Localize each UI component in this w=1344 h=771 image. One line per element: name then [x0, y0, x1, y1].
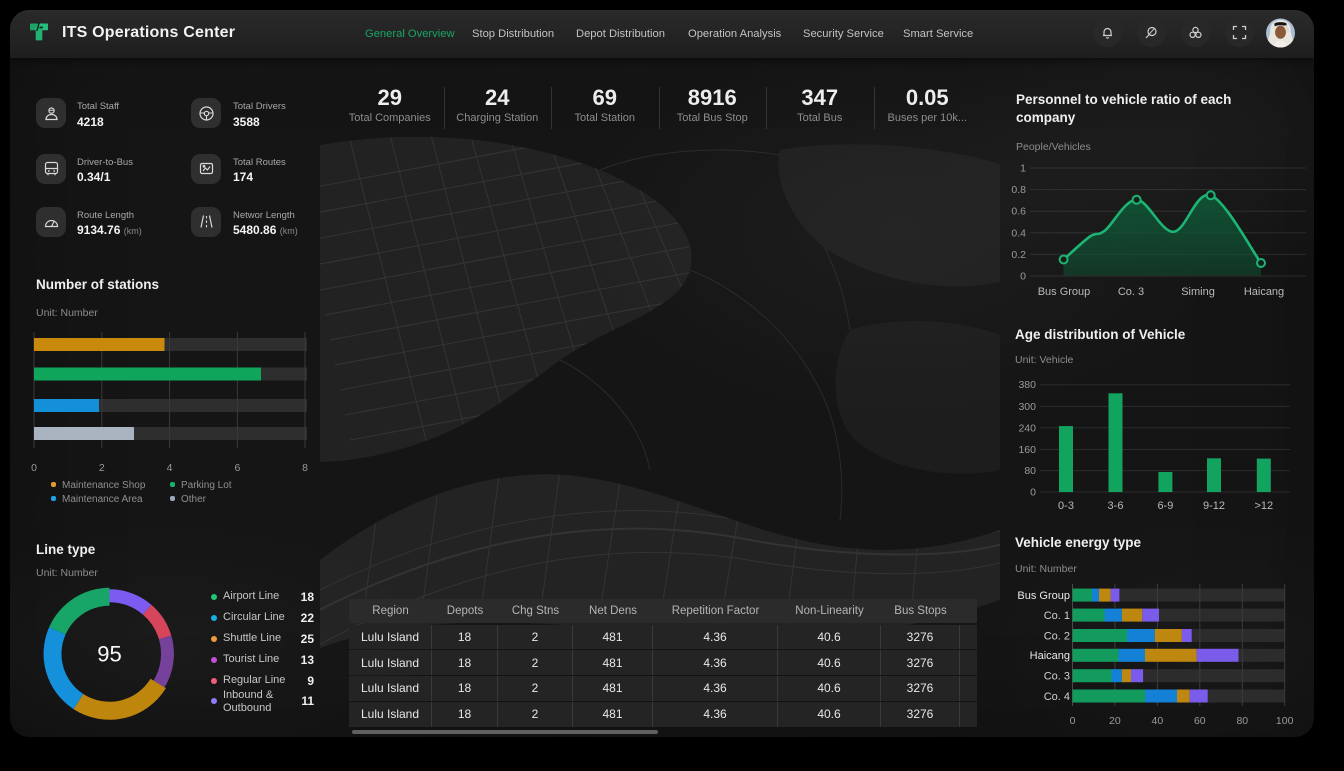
- svg-text:>12: >12: [1254, 500, 1273, 512]
- svg-text:380: 380: [1018, 379, 1036, 391]
- svg-text:Co. 3: Co. 3: [1118, 286, 1144, 298]
- svg-text:0: 0: [31, 462, 37, 474]
- svg-text:9-12: 9-12: [1203, 500, 1225, 512]
- svg-text:60: 60: [1194, 715, 1206, 727]
- svg-text:160: 160: [1018, 444, 1036, 456]
- svg-text:80: 80: [1024, 465, 1036, 477]
- svg-text:3-6: 3-6: [1108, 500, 1124, 512]
- svg-text:Siming: Siming: [1181, 286, 1215, 298]
- svg-text:2: 2: [99, 462, 105, 474]
- svg-text:20: 20: [1109, 715, 1121, 727]
- svg-text:4: 4: [167, 462, 173, 474]
- svg-text:Co. 1: Co. 1: [1044, 610, 1070, 622]
- svg-text:0: 0: [1020, 271, 1026, 283]
- svg-text:Haicang: Haicang: [1030, 650, 1070, 662]
- svg-text:0-3: 0-3: [1058, 500, 1074, 512]
- svg-text:8: 8: [302, 462, 308, 474]
- svg-text:0.8: 0.8: [1011, 184, 1026, 196]
- svg-text:0: 0: [1030, 487, 1036, 499]
- svg-text:240: 240: [1018, 422, 1036, 434]
- svg-text:95: 95: [97, 642, 121, 667]
- svg-text:0.2: 0.2: [1011, 249, 1026, 261]
- svg-text:100: 100: [1276, 715, 1294, 727]
- svg-text:1: 1: [1020, 163, 1026, 175]
- svg-text:Bus Group: Bus Group: [1017, 590, 1070, 602]
- svg-text:Haicang: Haicang: [1244, 286, 1284, 298]
- svg-text:0.4: 0.4: [1011, 227, 1026, 239]
- svg-text:40: 40: [1152, 715, 1164, 727]
- svg-text:Co. 3: Co. 3: [1044, 671, 1070, 683]
- svg-text:Bus Group: Bus Group: [1038, 286, 1091, 298]
- svg-text:Co. 2: Co. 2: [1044, 630, 1070, 642]
- svg-text:0.6: 0.6: [1011, 206, 1026, 218]
- svg-text:300: 300: [1018, 401, 1036, 413]
- svg-text:6-9: 6-9: [1157, 500, 1173, 512]
- svg-text:6: 6: [234, 462, 240, 474]
- svg-text:80: 80: [1236, 715, 1248, 727]
- svg-text:0: 0: [1070, 715, 1076, 727]
- svg-text:Co. 4: Co. 4: [1044, 691, 1070, 703]
